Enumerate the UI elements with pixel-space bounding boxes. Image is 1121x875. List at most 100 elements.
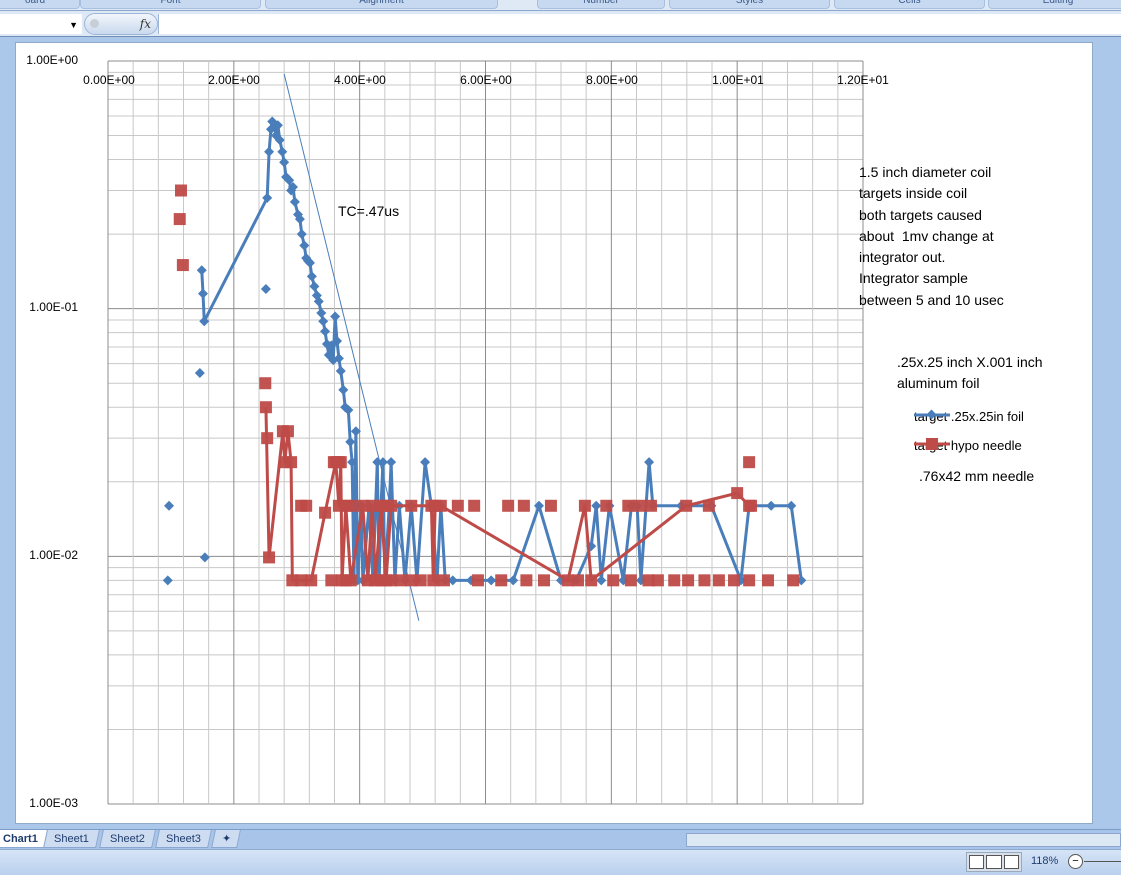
page-break-view-icon[interactable] xyxy=(1003,855,1019,869)
horizontal-scrollbar[interactable] xyxy=(686,833,1121,847)
tab-label: Chart1 xyxy=(2,833,38,845)
data-point-square xyxy=(405,499,418,512)
data-point-diamond xyxy=(508,575,519,586)
data-point-square xyxy=(698,574,711,587)
ribbon-group-number[interactable]: Number xyxy=(537,0,665,9)
y-tick-label: 1.00E+00 xyxy=(26,53,78,67)
data-point-square xyxy=(517,499,530,512)
data-point-diamond xyxy=(486,575,497,586)
data-point-diamond xyxy=(277,146,288,157)
ribbon-group-editing[interactable]: Editing xyxy=(988,0,1121,9)
data-point-diamond xyxy=(289,196,300,207)
data-point-square xyxy=(607,574,620,587)
zoom-level[interactable]: 118% xyxy=(1031,855,1058,867)
data-point-square xyxy=(544,499,557,512)
annotation-needle[interactable]: .76x42 mm needle xyxy=(919,466,1034,487)
x-tick-label: 4.00E+00 xyxy=(334,73,386,87)
fx-icon: fx xyxy=(139,17,151,31)
normal-view-icon[interactable] xyxy=(969,855,985,869)
x-tick-label: 6.00E+00 xyxy=(460,73,512,87)
plot-area xyxy=(107,60,864,805)
data-point-diamond xyxy=(420,457,431,468)
insert-sheet-button[interactable]: ✦ xyxy=(211,830,241,848)
data-point-diamond xyxy=(309,281,320,292)
data-point-square xyxy=(624,574,637,587)
annotation-foil[interactable]: .25x.25 inch X.001 inch aluminum foil xyxy=(897,352,1043,394)
zoom-out-button[interactable]: − xyxy=(1068,854,1083,869)
tab-sheet3[interactable]: Sheet3 xyxy=(155,830,212,848)
tab-label: Sheet1 xyxy=(54,833,89,845)
data-point-square xyxy=(380,499,393,512)
data-point-square xyxy=(712,574,725,587)
data-point-square xyxy=(745,499,758,512)
data-point-square xyxy=(731,487,744,500)
ribbon-group-alignment[interactable]: Alignment xyxy=(265,0,498,9)
data-point-square xyxy=(680,499,693,512)
name-box[interactable]: ▼ xyxy=(0,14,82,34)
view-buttons xyxy=(966,852,1022,872)
ribbon-group-labels: oard Font Alignment Number Styles Cells … xyxy=(0,0,1121,11)
vertical-scroll-area[interactable] xyxy=(1094,42,1121,828)
data-point-diamond xyxy=(386,457,397,468)
trendline-label[interactable]: TC=.47us xyxy=(338,201,399,222)
series-line-2 xyxy=(264,407,751,582)
data-point-diamond xyxy=(296,229,307,240)
x-tick-label: 1.00E+01 xyxy=(712,73,764,87)
data-point-square xyxy=(173,213,186,226)
data-point-diamond xyxy=(318,316,329,327)
page-layout-view-icon[interactable] xyxy=(986,855,1002,869)
data-point-square xyxy=(633,499,646,512)
data-point-diamond xyxy=(262,192,273,203)
data-point-square xyxy=(259,377,272,390)
data-point-diamond xyxy=(299,240,310,251)
zoom-slider[interactable] xyxy=(1084,861,1121,862)
data-point-square xyxy=(414,574,427,587)
data-point-square xyxy=(668,574,681,587)
data-point-diamond xyxy=(260,284,271,295)
annotation-coil[interactable]: 1.5 inch diameter coil targets inside co… xyxy=(859,162,1004,311)
ribbon-group-styles[interactable]: Styles xyxy=(669,0,830,9)
insert-function-button[interactable]: fx xyxy=(84,13,158,35)
legend-entry-needle[interactable]: target hypo needle xyxy=(914,438,1022,453)
data-point-square xyxy=(344,499,357,512)
data-point-square xyxy=(261,432,274,445)
data-point-diamond xyxy=(162,575,173,586)
dropdown-arrow-icon[interactable]: ▼ xyxy=(69,20,78,30)
chart-area[interactable]: 1.00E+00 1.00E-01 1.00E-02 1.00E-03 0.00… xyxy=(15,42,1093,824)
data-point-square xyxy=(787,574,800,587)
data-point-square xyxy=(434,499,447,512)
data-point-square xyxy=(600,499,613,512)
data-point-diamond xyxy=(591,500,602,511)
x-tick-label: 8.00E+00 xyxy=(586,73,638,87)
ribbon-group-clipboard[interactable]: oard xyxy=(0,0,80,9)
data-point-square xyxy=(471,574,484,587)
data-point-diamond xyxy=(306,271,317,282)
data-point-diamond xyxy=(199,316,210,327)
formula-bar: ▼ fx xyxy=(0,11,1121,37)
data-point-square xyxy=(585,574,598,587)
data-point-square xyxy=(728,574,741,587)
data-point-square xyxy=(339,574,352,587)
data-point-square xyxy=(682,574,695,587)
ribbon-group-cells[interactable]: Cells xyxy=(834,0,985,9)
data-point-square xyxy=(176,259,189,272)
data-point-diamond xyxy=(196,265,207,276)
legend-entry-foil[interactable]: target .25x.25in foil xyxy=(914,409,1024,424)
data-point-square xyxy=(502,499,515,512)
ribbon-group-font[interactable]: Font xyxy=(80,0,261,9)
tab-sheet1[interactable]: Sheet1 xyxy=(43,830,100,848)
data-point-square xyxy=(743,456,756,469)
data-point-diamond xyxy=(164,500,175,511)
data-point-square xyxy=(319,506,332,519)
status-bar: 118% − xyxy=(0,849,1121,875)
legend-diamond-line-icon xyxy=(914,409,950,420)
tab-chart1[interactable]: Chart1 xyxy=(0,830,49,848)
x-tick-label: 0.00E+00 xyxy=(83,73,135,87)
tab-sheet2[interactable]: Sheet2 xyxy=(99,830,156,848)
formula-input[interactable] xyxy=(158,14,1121,34)
data-point-square xyxy=(300,499,313,512)
data-point-square xyxy=(520,574,533,587)
tab-label: Sheet3 xyxy=(166,833,201,845)
data-point-diamond xyxy=(338,384,349,395)
data-point-square xyxy=(281,425,294,438)
